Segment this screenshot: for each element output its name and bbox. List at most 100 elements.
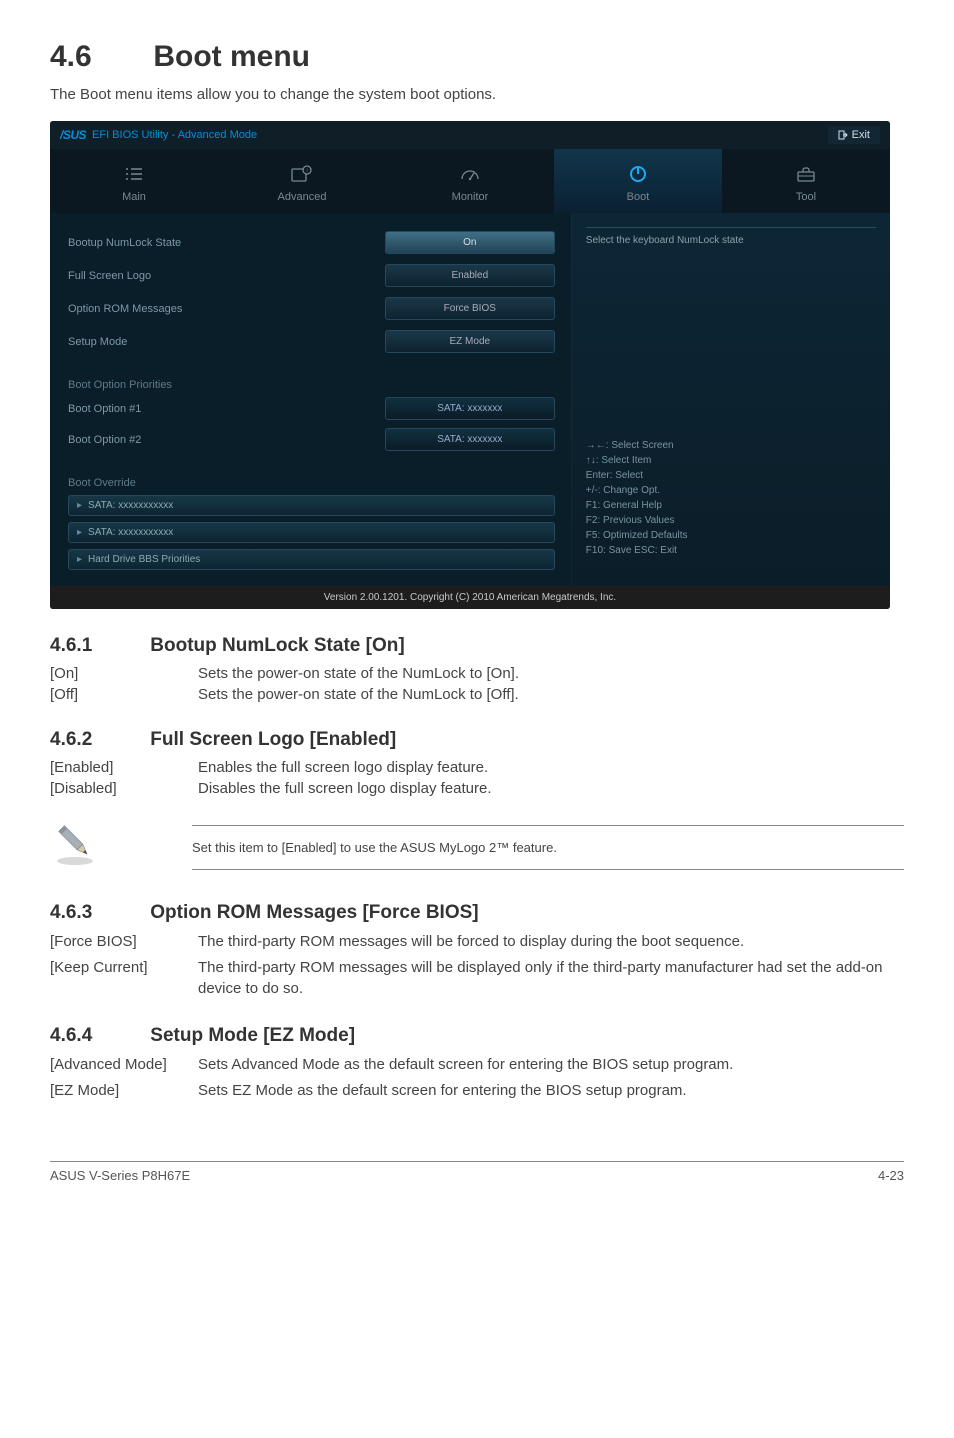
hint-f10: F10: Save ESC: Exit — [586, 543, 876, 558]
tab-advanced-label: Advanced — [218, 191, 386, 203]
chevron-right-icon: ▸ — [77, 527, 82, 538]
def-keep-current-key: [Keep Current] — [50, 958, 198, 999]
def-off: [Off] Sets the power-on state of the Num… — [50, 686, 904, 703]
def-disabled: [Disabled] Disables the full screen logo… — [50, 780, 904, 797]
def-ez-mode: [EZ Mode] Sets EZ Mode as the default sc… — [50, 1081, 904, 1101]
svg-text:i: i — [306, 168, 307, 174]
sub-462-title: Full Screen Logo [Enabled] — [150, 729, 396, 750]
tab-main[interactable]: Main — [50, 149, 218, 213]
bios-help-pane: Select the keyboard NumLock state →←: Se… — [571, 213, 890, 586]
tab-monitor-label: Monitor — [386, 191, 554, 203]
exit-button[interactable]: Exit — [828, 126, 880, 144]
chevron-right-icon: ▸ — [77, 554, 82, 565]
label-boot-option-2: Boot Option #2 — [68, 434, 385, 446]
override-item-1[interactable]: ▸ SATA: xxxxxxxxxxx — [68, 495, 555, 516]
row-setup-mode[interactable]: Setup Mode EZ Mode — [68, 330, 555, 353]
def-off-key: [Off] — [50, 686, 198, 703]
bios-body: Bootup NumLock State On Full Screen Logo… — [50, 213, 890, 586]
hint-select-item: ↑↓: Select Item — [586, 453, 876, 468]
sub-462-heading: 4.6.2 Full Screen Logo [Enabled] — [50, 729, 904, 751]
tab-boot[interactable]: Boot — [554, 149, 722, 213]
row-boot-option-2[interactable]: Boot Option #2 SATA: xxxxxxx — [68, 428, 555, 451]
def-enabled: [Enabled] Enables the full screen logo d… — [50, 759, 904, 776]
section-intro: The Boot menu items allow you to change … — [50, 86, 904, 103]
footer-page-number: 4-23 — [878, 1168, 904, 1183]
hint-f1: F1: General Help — [586, 498, 876, 513]
override-item-1-label: SATA: xxxxxxxxxxx — [88, 500, 173, 511]
tab-boot-label: Boot — [554, 191, 722, 203]
def-ez-mode-key: [EZ Mode] — [50, 1081, 198, 1101]
note-block: Set this item to [Enabled] to use the AS… — [50, 811, 904, 876]
hint-select-screen: →←: Select Screen — [586, 438, 876, 453]
exit-icon — [838, 130, 848, 140]
value-option-rom[interactable]: Force BIOS — [385, 297, 555, 320]
list-icon — [50, 163, 218, 185]
row-boot-option-1[interactable]: Boot Option #1 SATA: xxxxxxx — [68, 397, 555, 420]
sub-463-title: Option ROM Messages [Force BIOS] — [150, 902, 478, 923]
def-on-key: [On] — [50, 665, 198, 682]
row-bootup-numlock[interactable]: Bootup NumLock State On — [68, 231, 555, 254]
group-boot-override: Boot Override — [68, 477, 555, 489]
override-item-2[interactable]: ▸ SATA: xxxxxxxxxxx — [68, 522, 555, 543]
note-text: Set this item to [Enabled] to use the AS… — [192, 825, 904, 870]
hint-enter: Enter: Select — [586, 468, 876, 483]
chevron-right-icon: ▸ — [77, 500, 82, 511]
hint-change-opt: +/-: Change Opt. — [586, 483, 876, 498]
pencil-icon — [50, 817, 100, 867]
sub-461-title: Bootup NumLock State [On] — [150, 635, 404, 656]
value-setup-mode[interactable]: EZ Mode — [385, 330, 555, 353]
def-on: [On] Sets the power-on state of the NumL… — [50, 665, 904, 682]
label-setup-mode: Setup Mode — [68, 336, 385, 348]
tab-monitor[interactable]: Monitor — [386, 149, 554, 213]
bios-settings-pane: Bootup NumLock State On Full Screen Logo… — [50, 213, 571, 586]
bios-panel: /SUS EFI BIOS Utility - Advanced Mode Ex… — [50, 121, 890, 609]
def-force-bios-val: The third-party ROM messages will be for… — [198, 932, 904, 952]
section-title-text: Boot menu — [153, 40, 310, 73]
tab-main-label: Main — [50, 191, 218, 203]
page-footer: ASUS V-Series P8H67E 4-23 — [50, 1161, 904, 1183]
toolbox-icon — [722, 163, 890, 185]
sub-463-heading: 4.6.3 Option ROM Messages [Force BIOS] — [50, 902, 904, 924]
sub-464-num: 4.6.4 — [50, 1025, 145, 1047]
sub-462-num: 4.6.2 — [50, 729, 145, 751]
override-item-3-label: Hard Drive BBS Priorities — [88, 554, 200, 565]
hint-f2: F2: Previous Values — [586, 513, 876, 528]
def-disabled-val: Disables the full screen logo display fe… — [198, 780, 904, 797]
def-advanced-mode-val: Sets Advanced Mode as the default screen… — [198, 1055, 904, 1075]
def-on-val: Sets the power-on state of the NumLock t… — [198, 665, 904, 682]
footer-product: ASUS V-Series P8H67E — [50, 1168, 190, 1183]
section-number: 4.6 — [50, 40, 145, 74]
group-boot-priorities: Boot Option Priorities — [68, 379, 555, 391]
value-boot-option-2[interactable]: SATA: xxxxxxx — [385, 428, 555, 451]
asus-logo: /SUS — [60, 128, 86, 142]
help-description: Select the keyboard NumLock state — [586, 227, 876, 337]
value-full-screen-logo[interactable]: Enabled — [385, 264, 555, 287]
value-bootup-numlock[interactable]: On — [385, 231, 555, 254]
gauge-icon — [386, 163, 554, 185]
exit-label: Exit — [852, 129, 870, 141]
bios-footer: Version 2.00.1201. Copyright (C) 2010 Am… — [50, 586, 890, 609]
def-enabled-key: [Enabled] — [50, 759, 198, 776]
value-boot-option-1[interactable]: SATA: xxxxxxx — [385, 397, 555, 420]
sub-464-heading: 4.6.4 Setup Mode [EZ Mode] — [50, 1025, 904, 1047]
bios-tab-bar: Main i Advanced Monitor Boot Tool — [50, 149, 890, 213]
key-hints: →←: Select Screen ↑↓: Select Item Enter:… — [586, 438, 876, 558]
label-full-screen-logo: Full Screen Logo — [68, 270, 385, 282]
def-force-bios-key: [Force BIOS] — [50, 932, 198, 952]
label-option-rom: Option ROM Messages — [68, 303, 385, 315]
tab-tool-label: Tool — [722, 191, 890, 203]
bios-topbar: /SUS EFI BIOS Utility - Advanced Mode Ex… — [50, 121, 890, 149]
label-boot-option-1: Boot Option #1 — [68, 403, 385, 415]
sub-464-title: Setup Mode [EZ Mode] — [150, 1025, 355, 1046]
label-bootup-numlock: Bootup NumLock State — [68, 237, 385, 249]
row-option-rom[interactable]: Option ROM Messages Force BIOS — [68, 297, 555, 320]
override-item-3[interactable]: ▸ Hard Drive BBS Priorities — [68, 549, 555, 570]
def-keep-current: [Keep Current] The third-party ROM messa… — [50, 958, 904, 999]
tab-tool[interactable]: Tool — [722, 149, 890, 213]
row-full-screen-logo[interactable]: Full Screen Logo Enabled — [68, 264, 555, 287]
hint-f5: F5: Optimized Defaults — [586, 528, 876, 543]
def-disabled-key: [Disabled] — [50, 780, 198, 797]
board-info-icon: i — [218, 163, 386, 185]
def-advanced-mode: [Advanced Mode] Sets Advanced Mode as th… — [50, 1055, 904, 1075]
tab-advanced[interactable]: i Advanced — [218, 149, 386, 213]
